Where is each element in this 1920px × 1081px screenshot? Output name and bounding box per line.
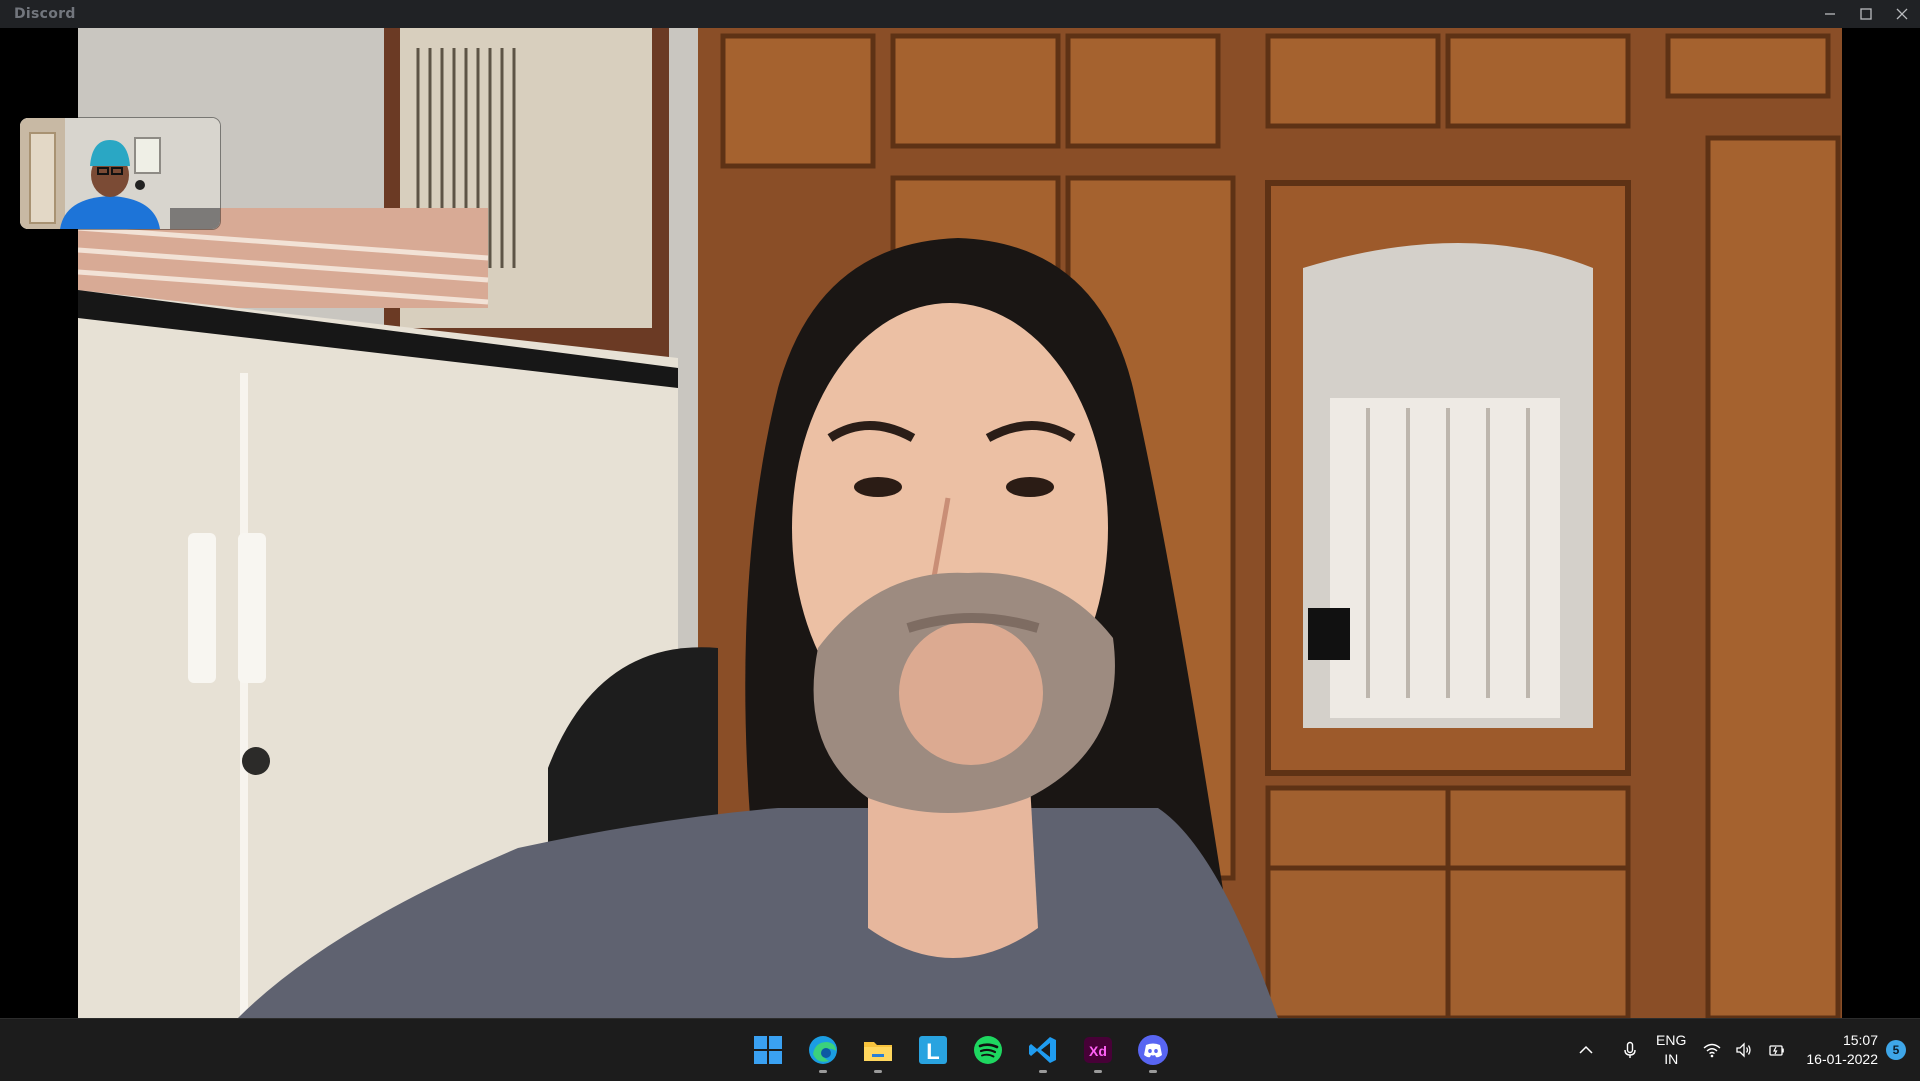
taskbar: L Xd ENG IN 15:07 16-01-2022 5 [0, 1018, 1920, 1081]
self-view-video[interactable] [20, 118, 220, 229]
running-indicator [1039, 1070, 1047, 1073]
clock-time: 15:07 [1842, 1032, 1878, 1048]
running-indicator [819, 1070, 827, 1073]
taskbar-l-app[interactable]: L [909, 1026, 957, 1074]
self-view-frame [20, 118, 220, 229]
start-button[interactable] [744, 1026, 792, 1074]
running-indicator [1149, 1070, 1157, 1073]
system-tray: ENG IN 15:07 16-01-2022 5 [1570, 1019, 1920, 1081]
taskbar-adobe-xd[interactable]: Xd [1074, 1026, 1122, 1074]
taskbar-spotify[interactable] [964, 1026, 1012, 1074]
language-code: ENG [1656, 1032, 1687, 1048]
adobe-xd-icon: Xd [1084, 1037, 1112, 1063]
battery-tray-button[interactable] [1762, 1036, 1790, 1064]
windows-logo-icon [754, 1036, 782, 1064]
edge-icon [809, 1036, 837, 1064]
close-button[interactable] [1884, 0, 1920, 28]
battery-charging-icon [1769, 1045, 1785, 1056]
notification-badge[interactable]: 5 [1886, 1040, 1906, 1060]
running-indicator [874, 1070, 882, 1073]
clock-button[interactable]: 15:07 16-01-2022 [1806, 1031, 1878, 1069]
video-stage [0, 28, 1920, 1018]
main-participant-video[interactable] [78, 28, 1842, 1018]
chevron-up-icon [1579, 1045, 1593, 1054]
clock-date: 16-01-2022 [1806, 1051, 1878, 1067]
speaker-icon [1736, 1042, 1752, 1058]
folder-icon [864, 1042, 892, 1061]
network-tray-button[interactable] [1698, 1036, 1726, 1064]
maximize-button[interactable] [1848, 0, 1884, 28]
running-indicator [1094, 1070, 1102, 1073]
vscode-icon [1029, 1037, 1056, 1063]
main-video-frame [78, 28, 1842, 1018]
spotify-icon [974, 1036, 1002, 1064]
svg-text:L: L [926, 1039, 939, 1064]
window-title: Discord [14, 6, 76, 22]
microphone-icon [1624, 1041, 1636, 1058]
window-controls [1812, 0, 1920, 28]
microphone-tray-button[interactable] [1616, 1036, 1644, 1064]
input-language-button[interactable]: ENG IN [1656, 1031, 1686, 1069]
taskbar-apps: L Xd [744, 1019, 1177, 1081]
title-bar: Discord [0, 0, 1920, 28]
wifi-icon [1703, 1043, 1721, 1058]
show-hidden-icons-button[interactable] [1572, 1036, 1600, 1064]
minimize-button[interactable] [1812, 0, 1848, 28]
svg-text:Xd: Xd [1089, 1043, 1107, 1059]
close-icon [1896, 8, 1908, 20]
taskbar-edge[interactable] [799, 1026, 847, 1074]
discord-icon [1138, 1035, 1168, 1065]
l-app-icon: L [919, 1036, 947, 1064]
volume-tray-button[interactable] [1730, 1036, 1758, 1064]
language-region: IN [1664, 1051, 1679, 1067]
taskbar-vscode[interactable] [1019, 1026, 1067, 1074]
taskbar-file-explorer[interactable] [854, 1026, 902, 1074]
minimize-icon [1825, 13, 1835, 15]
maximize-icon [1860, 8, 1872, 20]
taskbar-discord[interactable] [1129, 1026, 1177, 1074]
